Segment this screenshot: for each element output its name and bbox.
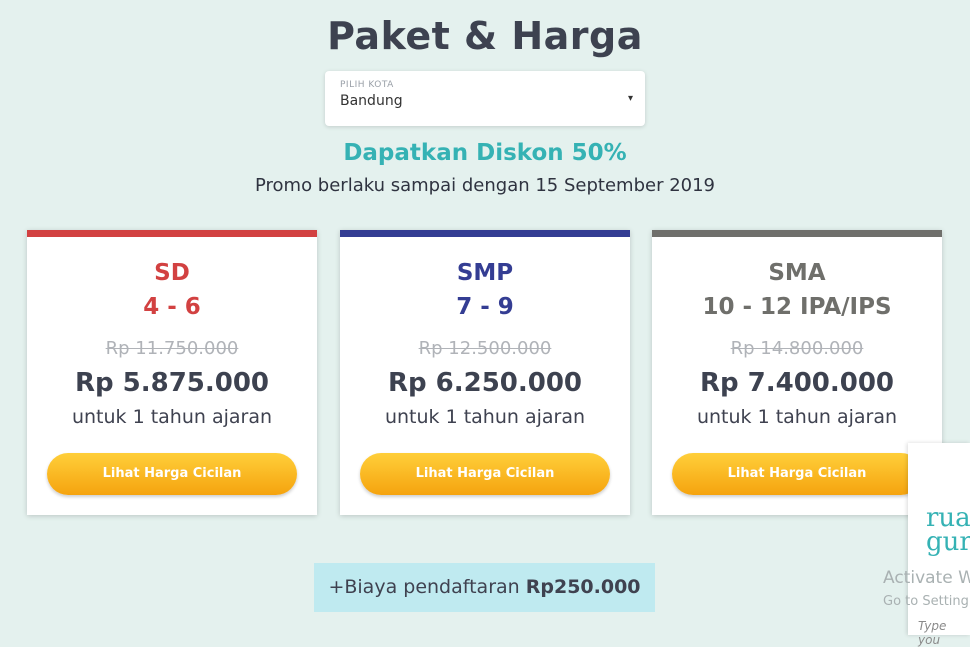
price-card-sd: SD 4 - 6 Rp 11.750.000 Rp 5.875.000 untu… [27,230,317,515]
installment-button-smp[interactable]: Lihat Harga Cicilan [360,453,610,495]
card-level: SMP [456,260,514,286]
card-grade: 10 - 12 IPA/IPS [702,294,892,320]
promo-subtitle: Promo berlaku sampai dengan 15 September… [254,175,716,196]
card-accent-bar [27,230,317,237]
city-select-label: PILIH KOTA [340,80,394,90]
card-old-price: Rp 12.500.000 [418,338,552,359]
city-select-value: Bandung [340,93,403,109]
card-old-price: Rp 11.750.000 [105,338,239,359]
card-period: untuk 1 tahun ajaran [384,406,586,428]
card-price: Rp 7.400.000 [699,368,895,398]
card-grade: 7 - 9 [456,294,514,320]
installment-button-sd[interactable]: Lihat Harga Cicilan [47,453,297,495]
registration-fee-prefix: +Biaya pendaftaran [328,576,526,598]
promo-title: Dapatkan Diskon 50% [343,140,627,166]
card-price: Rp 5.875.000 [74,368,270,398]
widget-logo-line2: gur [926,527,970,557]
installment-button-sma[interactable]: Lihat Harga Cicilan [672,453,922,495]
card-price: Rp 6.250.000 [387,368,583,398]
price-card-sma: SMA 10 - 12 IPA/IPS Rp 14.800.000 Rp 7.4… [652,230,942,515]
card-level: SMA [768,260,826,286]
registration-fee-amount: Rp250.000 [525,576,641,598]
card-accent-bar [652,230,942,237]
city-select[interactable]: PILIH KOTA Bandung ▾ [325,71,645,126]
os-activation-watermark: Activate W [883,568,970,588]
chevron-down-icon: ▾ [627,93,633,104]
card-level: SD [154,260,190,286]
os-activation-hint: Go to Setting [883,594,969,609]
card-period: untuk 1 tahun ajaran [696,406,898,428]
card-period: untuk 1 tahun ajaran [71,406,273,428]
price-card-smp: SMP 7 - 9 Rp 12.500.000 Rp 6.250.000 unt… [340,230,630,515]
chat-input[interactable]: Type you [918,619,970,647]
registration-fee: +Biaya pendaftaran Rp250.000 [314,563,655,612]
page-title: Paket & Harga [327,14,643,58]
card-grade: 4 - 6 [143,294,201,320]
card-old-price: Rp 14.800.000 [730,338,864,359]
card-accent-bar [340,230,630,237]
